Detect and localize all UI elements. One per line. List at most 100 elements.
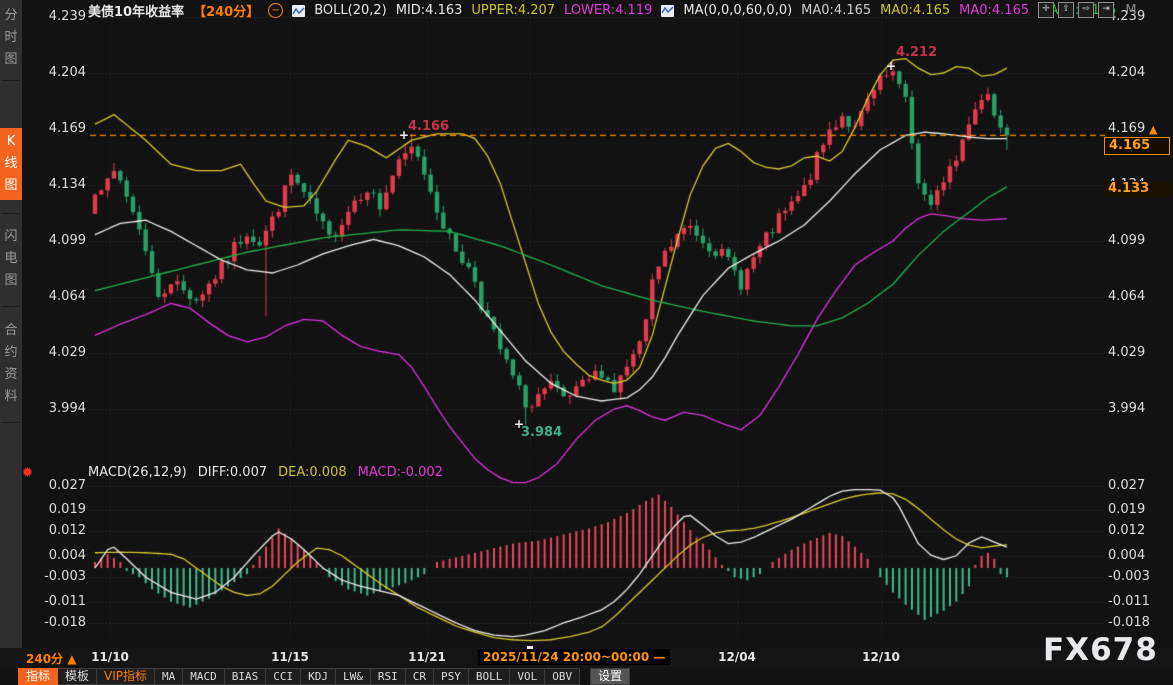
macd-y-label-left: -0.003 <box>34 569 86 584</box>
selected-candle-timestamp[interactable]: 2025/11/24 20:00~00:00 — <box>478 649 670 665</box>
sidebar: 分时图 K线图闪电图合约资料 <box>0 0 22 648</box>
main-y-label-left: 4.029 <box>34 345 86 360</box>
boll-icon <box>292 5 305 17</box>
macd-y-label-right: 0.027 <box>1108 478 1160 493</box>
indicator-header: 美债10年收益率 【240分】 − BOLL(20,2) MID:4.163 U… <box>88 2 1137 19</box>
main-y-label-right: 4.099 <box>1108 233 1160 248</box>
sidebar-tab-2[interactable]: 闪电图 <box>0 226 22 292</box>
sidebar-divider <box>2 213 20 214</box>
crosshair-marker-icon: + <box>514 419 524 429</box>
swing-high-annotation: 4.166 <box>408 119 449 134</box>
instrument-title: 美债10年收益率 <box>88 1 184 20</box>
toolbar-button-MACD[interactable]: MACD <box>183 668 225 685</box>
crosshair-marker-icon: + <box>886 61 896 71</box>
snap-right-icon[interactable]: ⇥ <box>1098 2 1114 18</box>
main-y-label-left: 3.994 <box>34 401 86 416</box>
sidebar-divider <box>2 306 20 307</box>
scale-horizontal-icon[interactable]: ⇨ <box>1078 2 1094 18</box>
toolbar-button-BIAS[interactable]: BIAS <box>225 668 267 685</box>
collapse-indicator-icon[interactable]: − <box>268 3 283 18</box>
macd-y-label-left: 0.019 <box>34 502 86 517</box>
main-y-label-right: 4.064 <box>1108 289 1160 304</box>
crosshair-tick <box>527 646 533 649</box>
macd-y-label-left: -0.011 <box>34 594 86 609</box>
low-annotation: 3.984 <box>521 425 562 440</box>
main-y-label-right: 3.994 <box>1108 401 1160 416</box>
current-price-badge: 4.165 <box>1104 137 1170 155</box>
toolbar-button-模板[interactable]: 模板 <box>58 668 97 685</box>
macd-diff-value: DIFF:0.007 <box>198 465 267 480</box>
toolbar-button-BOLL[interactable]: BOLL <box>469 668 511 685</box>
sidebar-tab-3[interactable]: 合约资料 <box>0 320 22 408</box>
ma0-yellow-value: MA0:4.165 <box>880 3 950 18</box>
x-axis-date: 12/04 <box>718 650 756 664</box>
main-y-label-left: 4.099 <box>34 233 86 248</box>
macd-y-label-right: -0.018 <box>1108 615 1160 630</box>
x-axis-date: 11/10 <box>91 650 129 664</box>
toolbar-button-MA[interactable]: MA <box>155 668 183 685</box>
macd-y-label-right: 0.019 <box>1108 502 1160 517</box>
toolbar-button-设置[interactable]: 设置 <box>590 668 630 685</box>
sidebar-tab-0[interactable]: 分时图 <box>0 5 22 71</box>
period-label: 【240分】 <box>193 1 259 20</box>
x-axis-row: 240分 ▲ 2025/11/24 20:00~00:00 — 11/10 11/… <box>0 648 1173 668</box>
toolbar-button-CR[interactable]: CR <box>406 668 434 685</box>
price-up-arrow-icon: ▲ <box>1149 123 1157 136</box>
macd-dea-value: DEA:0.008 <box>278 465 347 480</box>
boll-mid-value: MID:4.163 <box>396 3 463 18</box>
macd-macd-value: MACD:-0.002 <box>358 465 443 480</box>
ma0-white-value: MA0:4.165 <box>801 3 871 18</box>
scale-vertical-icon[interactable]: ⇧ <box>1058 2 1074 18</box>
toolbar-button-VOL[interactable]: VOL <box>510 668 545 685</box>
ma-label: MA(0,0,0,60,0,0) <box>683 3 792 18</box>
sidebar-divider <box>2 422 20 423</box>
watermark: FX678 <box>1043 632 1158 668</box>
trading-app-window: 分时图 K线图闪电图合约资料 美债10年收益率 【240分】 − BOLL(20,… <box>0 0 1173 685</box>
period-selector[interactable]: 240分 ▲ <box>26 650 76 667</box>
ma-suffix: M <box>1125 3 1136 18</box>
main-y-label-left: 4.064 <box>34 289 86 304</box>
pan-icon[interactable]: ✛ <box>1038 2 1054 18</box>
x-axis-date: 12/10 <box>862 650 900 664</box>
main-y-label-left: 4.204 <box>34 65 86 80</box>
toolbar-button-RSI[interactable]: RSI <box>371 668 406 685</box>
window-controls: ✛⇧⇨⇥ <box>1038 2 1114 18</box>
ma-icon <box>661 5 674 17</box>
macd-y-label-right: -0.003 <box>1108 569 1160 584</box>
x-axis-date: 11/15 <box>271 650 309 664</box>
macd-y-label-right: 0.012 <box>1108 523 1160 538</box>
macd-y-label-left: 0.004 <box>34 548 86 563</box>
boll-lower-value: LOWER:4.119 <box>564 3 652 18</box>
main-y-label-right: 4.029 <box>1108 345 1160 360</box>
indicator-alert-icon[interactable]: ✹ <box>20 466 35 481</box>
toolbar-button-KDJ[interactable]: KDJ <box>301 668 336 685</box>
high-annotation: 4.212 <box>896 45 937 60</box>
macd-y-label-left: -0.018 <box>34 615 86 630</box>
boll-upper-value: UPPER:4.207 <box>471 3 555 18</box>
macd-y-label-right: -0.011 <box>1108 594 1160 609</box>
toolbar-button-指标[interactable]: 指标 <box>18 668 58 685</box>
ma60-price-badge: 4.133 <box>1104 181 1172 197</box>
macd-y-label-left: 0.012 <box>34 523 86 538</box>
boll-label: BOLL(20,2) <box>314 3 387 18</box>
ma0-magenta-value: MA0:4.165 <box>959 3 1029 18</box>
macd-header: MACD(26,12,9) DIFF:0.007 DEA:0.008 MACD:… <box>88 465 443 480</box>
macd-y-label-right: 0.004 <box>1108 548 1160 563</box>
main-y-label-right: 4.204 <box>1108 65 1160 80</box>
x-axis-date: 11/21 <box>408 650 446 664</box>
main-y-label-left: 4.239 <box>34 9 86 24</box>
macd-y-label-left: 0.027 <box>34 478 86 493</box>
main-y-label-left: 4.134 <box>34 177 86 192</box>
sidebar-divider <box>2 80 20 81</box>
indicator-toolbar: 指标模板VIP指标MAMACDBIASCCIKDJLW&RSICRPSYBOLL… <box>18 668 630 685</box>
toolbar-button-PSY[interactable]: PSY <box>434 668 469 685</box>
toolbar-button-OBV[interactable]: OBV <box>545 668 580 685</box>
toolbar-button-VIP指标[interactable]: VIP指标 <box>97 668 155 685</box>
toolbar-button-CCI[interactable]: CCI <box>266 668 301 685</box>
toolbar-button-LW&[interactable]: LW& <box>336 668 371 685</box>
crosshair-marker-icon: + <box>399 130 409 140</box>
main-y-label-left: 4.169 <box>34 121 86 136</box>
macd-label: MACD(26,12,9) <box>88 465 187 480</box>
sidebar-tab-1[interactable]: K线图 <box>0 128 22 200</box>
kline-chart-canvas[interactable] <box>0 0 1173 685</box>
